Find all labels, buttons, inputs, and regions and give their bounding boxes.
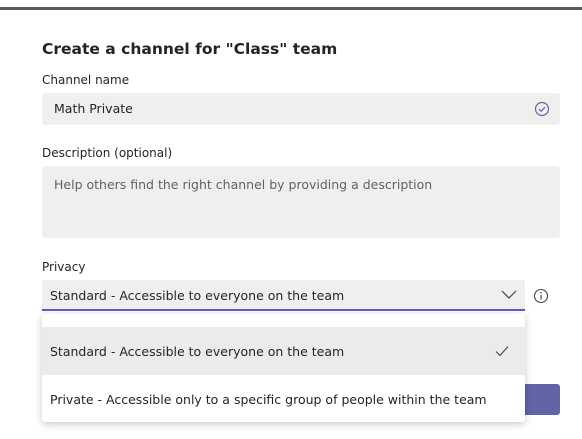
option-label: Standard - Accessible to everyone on the… (50, 344, 345, 359)
privacy-dropdown-list: Standard - Accessible to everyone on the… (42, 314, 525, 422)
channel-name-value: Math Private (54, 101, 133, 116)
check-circle-icon (534, 101, 550, 117)
privacy-option-private[interactable]: Private - Accessible only to a specific … (42, 375, 525, 423)
channel-name-label: Channel name (42, 73, 130, 87)
chevron-down-icon (501, 290, 517, 299)
dialog-title: Create a channel for "Class" team (42, 40, 338, 58)
checkmark-icon (495, 346, 509, 357)
option-label: Private - Accessible only to a specific … (50, 392, 487, 407)
info-icon[interactable] (533, 288, 549, 304)
channel-name-input[interactable]: Math Private (42, 93, 560, 125)
description-label: Description (optional) (42, 146, 173, 160)
description-placeholder: Help others find the right channel by pr… (54, 177, 433, 192)
top-divider (0, 0, 582, 10)
privacy-selected-value: Standard - Accessible to everyone on the… (50, 288, 345, 303)
privacy-label: Privacy (42, 260, 86, 274)
privacy-option-standard[interactable]: Standard - Accessible to everyone on the… (42, 327, 525, 375)
description-textarea[interactable]: Help others find the right channel by pr… (42, 166, 560, 238)
privacy-select[interactable]: Standard - Accessible to everyone on the… (42, 280, 525, 311)
